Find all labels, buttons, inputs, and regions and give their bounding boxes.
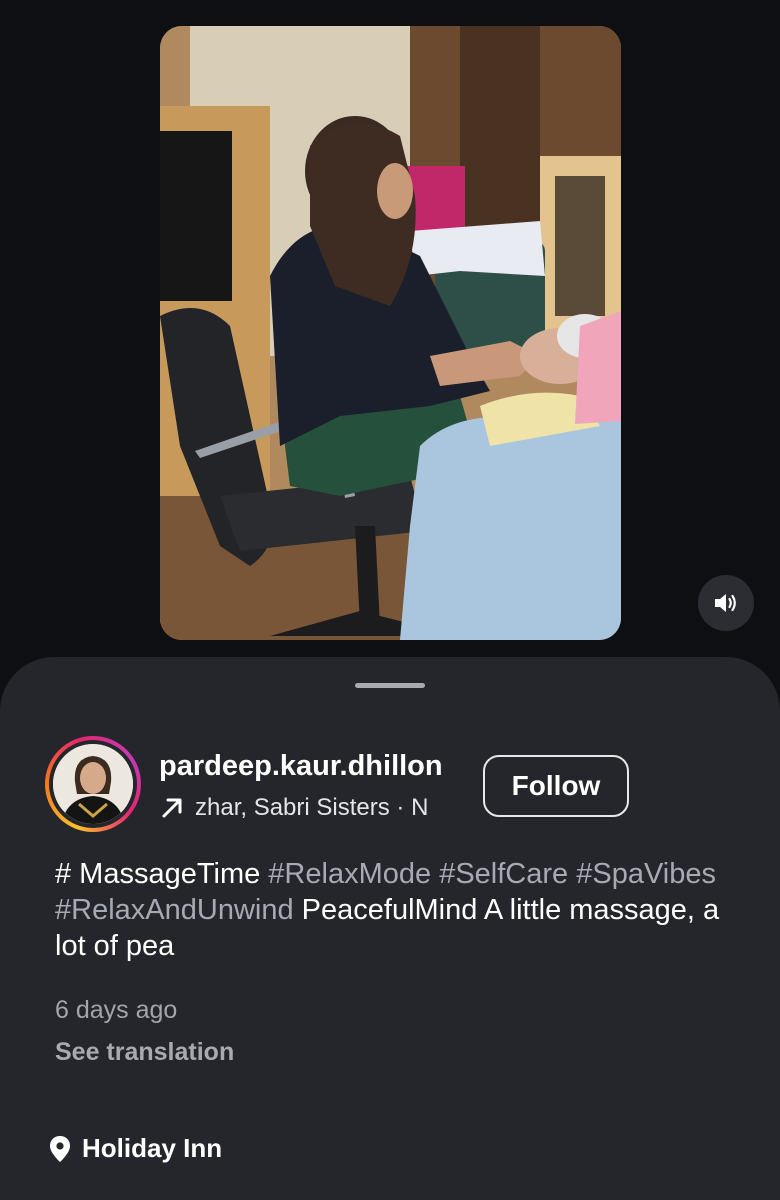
hashtag-selfcare[interactable]: #SelfCare — [439, 858, 568, 890]
audio-attribution[interactable]: zhar, Sabri Sisters · N — [159, 791, 449, 825]
location-tag[interactable]: Holiday Inn — [48, 1133, 222, 1164]
sound-toggle-button[interactable] — [698, 575, 754, 631]
post-timestamp: 6 days ago — [55, 996, 178, 1024]
hashtag-relaxmode[interactable]: #RelaxMode — [268, 858, 431, 890]
location-name: Holiday Inn — [82, 1133, 223, 1163]
sheet-drag-handle[interactable] — [355, 683, 425, 688]
caption-hashtag: # MassageTime — [55, 858, 261, 890]
see-translation-link[interactable]: See translation — [55, 1038, 234, 1067]
avatar-story-ring[interactable] — [45, 736, 141, 832]
avatar-image — [53, 744, 133, 824]
post-caption[interactable]: # MassageTime #RelaxMode #SelfCare #SpaV… — [55, 856, 735, 964]
reel-screen: pardeep.kaur.dhillon zhar, Sabri Sisters… — [0, 0, 780, 1200]
volume-icon — [715, 594, 736, 612]
video-frame-image — [160, 26, 621, 640]
audio-track-name: zhar, Sabri Sisters · N — [195, 794, 429, 821]
follow-button[interactable]: Follow — [483, 755, 629, 817]
username[interactable]: pardeep.kaur.dhillon — [159, 750, 443, 783]
arrow-up-right-icon — [162, 798, 182, 818]
post-details-sheet: pardeep.kaur.dhillon zhar, Sabri Sisters… — [0, 657, 780, 1200]
hashtag-spavibes[interactable]: #SpaVibes — [576, 858, 716, 890]
avatar[interactable] — [53, 744, 133, 824]
video-player[interactable] — [160, 26, 621, 640]
hashtag-relaxandunwind[interactable]: #RelaxAndUnwind — [55, 894, 294, 926]
location-pin-icon — [50, 1135, 70, 1162]
